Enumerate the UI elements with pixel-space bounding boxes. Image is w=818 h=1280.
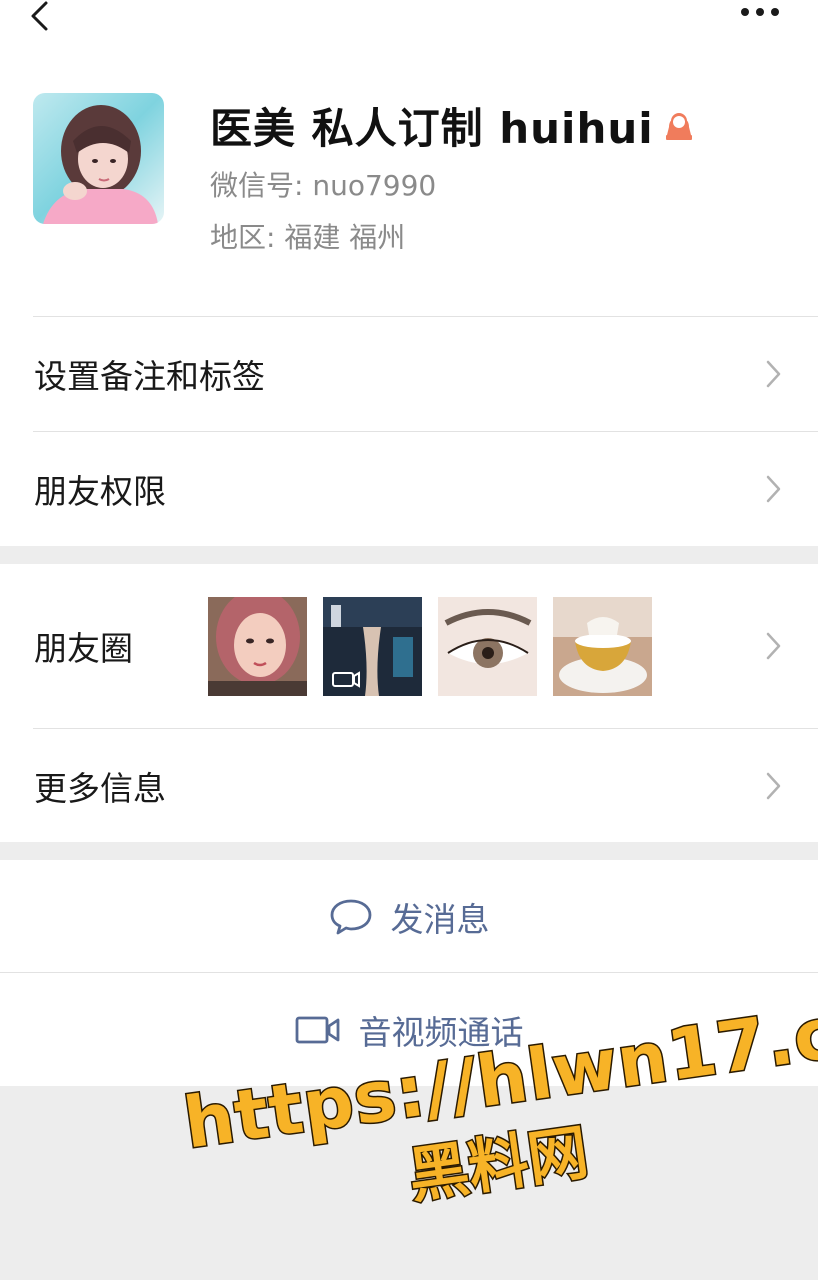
friend-permissions-label: 朋友权限 — [34, 471, 166, 511]
remark-tags-row[interactable]: 设置备注和标签 — [0, 316, 818, 431]
moments-thumbnail[interactable] — [438, 597, 537, 696]
contact-profile-screen: 医美 私人订制 huihui 微信号: nuo7990 地区: 福建 福州 设置… — [0, 0, 818, 1280]
send-message-label: 发消息 — [390, 899, 490, 939]
top-bar — [0, 0, 818, 60]
settings-section: 设置备注和标签 朋友权限 — [0, 316, 818, 546]
contact-name: 医美 私人订制 huihui — [210, 103, 654, 153]
moments-row[interactable]: 朋友圈 — [0, 564, 818, 728]
avatar[interactable] — [33, 93, 164, 224]
chevron-right-icon — [766, 632, 781, 660]
chevron-right-icon — [766, 772, 781, 799]
more-dots-icon — [741, 8, 779, 16]
moments-video-thumbnail[interactable] — [323, 597, 422, 696]
video-camera-icon — [295, 1016, 339, 1043]
remark-tags-label: 设置备注和标签 — [34, 356, 265, 396]
send-message-button[interactable]: 发消息 — [0, 860, 818, 973]
more-info-label: 更多信息 — [34, 768, 166, 808]
gender-female-icon — [662, 108, 696, 142]
more-info-row[interactable]: 更多信息 — [0, 728, 818, 843]
region-text: 地区: 福建 福州 — [210, 221, 406, 254]
chevron-right-icon — [766, 360, 781, 387]
moments-thumbnail[interactable] — [553, 597, 652, 696]
moments-section: 朋友圈 更多信息 — [0, 564, 818, 842]
chevron-right-icon — [766, 475, 781, 502]
chevron-left-icon — [31, 1, 48, 31]
chat-bubble-icon — [330, 899, 371, 934]
profile-header: 医美 私人订制 huihui 微信号: nuo7990 地区: 福建 福州 — [0, 60, 818, 316]
moments-label: 朋友圈 — [34, 629, 133, 668]
moments-thumbnails — [208, 597, 652, 696]
more-options-button[interactable] — [734, 0, 788, 30]
wechat-id: 微信号: nuo7990 — [210, 169, 437, 202]
friend-permissions-row[interactable]: 朋友权限 — [0, 431, 818, 546]
avatar-image — [33, 93, 164, 224]
back-button[interactable] — [22, 0, 62, 36]
moments-thumbnail[interactable] — [208, 597, 307, 696]
